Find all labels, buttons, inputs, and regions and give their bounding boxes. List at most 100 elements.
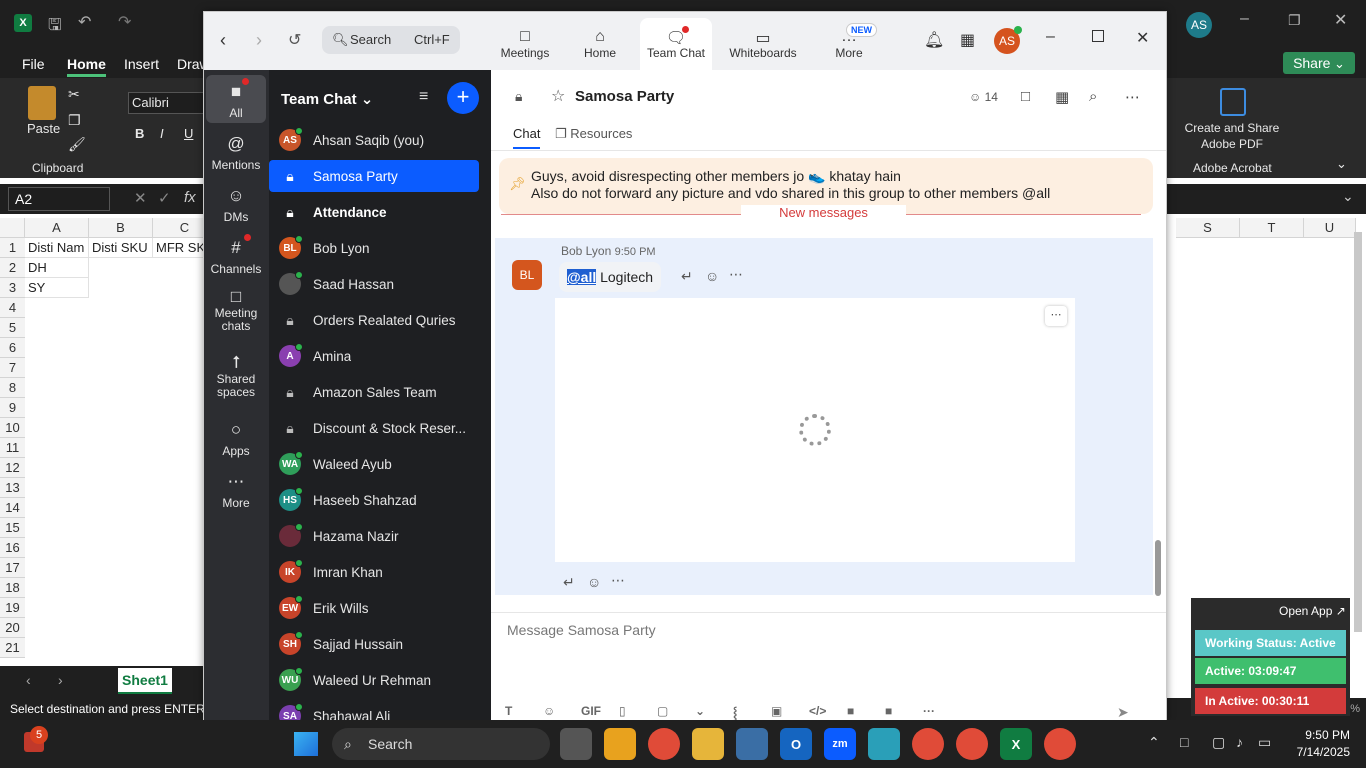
- bold-button[interactable]: B: [135, 126, 144, 141]
- message-composer-input[interactable]: Message Samosa Party: [507, 622, 656, 638]
- tab-home[interactable]: ⌂ Home: [566, 18, 634, 70]
- tab-file[interactable]: File: [22, 56, 45, 72]
- row-header[interactable]: 5: [0, 318, 25, 338]
- calendar-icon[interactable]: ▦: [960, 30, 975, 50]
- cell-a3[interactable]: SY: [25, 278, 89, 298]
- dropdown-icon[interactable]: ⌄: [695, 704, 705, 718]
- save-icon[interactable]: 🖫: [48, 14, 62, 41]
- network-icon[interactable]: □: [1180, 734, 1188, 750]
- tab-home[interactable]: Home: [67, 56, 106, 77]
- volume-icon[interactable]: ♪: [1236, 734, 1243, 750]
- format-text-icon[interactable]: T: [505, 704, 512, 718]
- chat-list-item[interactable]: WU Waleed Ur Rehman: [279, 664, 479, 696]
- row-header[interactable]: 12: [0, 458, 25, 478]
- paste-icon[interactable]: [28, 86, 56, 120]
- vertical-scrollbar[interactable]: [1354, 232, 1362, 632]
- confirm-formula-icon[interactable]: ✓: [158, 189, 171, 207]
- chrome-profile-3-icon[interactable]: [1044, 728, 1076, 760]
- star-icon[interactable]: ☆: [551, 86, 565, 106]
- tray-chevron-icon[interactable]: ⌃: [1148, 734, 1160, 751]
- chat-list-item[interactable]: SH Sajjad Hussain: [279, 628, 479, 660]
- name-box[interactable]: A2: [8, 187, 110, 211]
- clock-time[interactable]: 9:50 PM: [1290, 728, 1350, 742]
- zoom-app-icon[interactable]: zm: [824, 728, 856, 760]
- tab-resources[interactable]: ❐ Resources: [555, 126, 632, 142]
- more-options-icon[interactable]: ⋯: [1125, 88, 1140, 106]
- gif-icon[interactable]: GIF: [581, 704, 601, 718]
- excel-restore-icon[interactable]: ❐: [1288, 12, 1301, 29]
- chat-list-item[interactable]: SA Shahawal Ali: [279, 700, 479, 721]
- whiteboard-icon[interactable]: ■: [885, 704, 892, 718]
- column-header[interactable]: A: [25, 218, 89, 238]
- rail-meeting-chats[interactable]: □ Meeting chats: [206, 288, 266, 333]
- thread-emoji-icon[interactable]: ☺: [587, 574, 601, 590]
- chat-list-item[interactable]: IK Imran Khan: [279, 556, 479, 588]
- create-share-pdf-button[interactable]: Create and Share Adobe PDF: [1180, 120, 1284, 152]
- maximize-icon[interactable]: [1092, 30, 1104, 42]
- chat-list-item[interactable]: HS Haseeb Shahzad: [279, 484, 479, 516]
- video-call-icon[interactable]: □: [1021, 88, 1030, 105]
- rail-more[interactable]: ⋯ More: [206, 472, 266, 510]
- row-header[interactable]: 19: [0, 598, 25, 618]
- excel-user-avatar[interactable]: AS: [1186, 12, 1212, 38]
- cut-icon[interactable]: ✂: [68, 86, 80, 103]
- row-header[interactable]: 15: [0, 518, 25, 538]
- excel-taskbar-icon[interactable]: X: [1000, 728, 1032, 760]
- clock-date[interactable]: 7/14/2025: [1284, 745, 1350, 759]
- cell-b1[interactable]: Disti SKU: [89, 238, 153, 258]
- chrome-profile-2-icon[interactable]: [956, 728, 988, 760]
- close-icon[interactable]: ✕: [1136, 28, 1149, 48]
- outlook-icon[interactable]: O: [780, 728, 812, 760]
- chat-list-item[interactable]: Saad Hassan: [279, 268, 479, 300]
- more-tools-icon[interactable]: ···: [923, 704, 935, 718]
- back-icon[interactable]: ‹: [220, 30, 226, 51]
- audio-icon[interactable]: ⸾: [733, 704, 737, 721]
- emoji-icon[interactable]: ☺: [543, 704, 555, 718]
- rail-apps[interactable]: ○ Apps: [206, 420, 266, 458]
- adobe-pdf-icon[interactable]: [1220, 88, 1246, 116]
- rail-channels[interactable]: # Channels: [206, 238, 266, 276]
- code-snippet-icon[interactable]: </>: [809, 704, 826, 718]
- chat-list-item[interactable]: Hazama Nazir: [279, 520, 479, 552]
- chrome-icon[interactable]: [648, 728, 680, 760]
- sender-avatar[interactable]: BL: [512, 260, 542, 290]
- attachment-more-icon[interactable]: ⋯: [1045, 306, 1067, 326]
- message-bubble[interactable]: @all Logitech: [559, 262, 662, 292]
- undo-icon[interactable]: ↶: [78, 12, 91, 32]
- bell-icon[interactable]: 🔔︎: [924, 30, 944, 50]
- history-icon[interactable]: ↺: [288, 30, 301, 50]
- row-header[interactable]: 13: [0, 478, 25, 498]
- row-header[interactable]: 10: [0, 418, 25, 438]
- chat-list-item[interactable]: 🔒︎ Amazon Sales Team: [279, 376, 479, 408]
- search-input[interactable]: 🔍︎ Search Ctrl+F: [322, 26, 460, 54]
- row-header[interactable]: 3: [0, 278, 25, 298]
- column-header[interactable]: B: [89, 218, 153, 238]
- rail-dms[interactable]: ☺ DMs: [206, 186, 266, 224]
- tab-more[interactable]: … NEW More: [822, 18, 877, 70]
- chat-list-item[interactable]: 🔒︎ Discount & Stock Reser...: [279, 412, 479, 444]
- display-icon[interactable]: ▢: [1212, 734, 1225, 751]
- task-view-icon[interactable]: [560, 728, 592, 760]
- channel-title[interactable]: Samosa Party: [575, 88, 674, 105]
- tab-chat[interactable]: Chat: [513, 126, 541, 149]
- battery-icon[interactable]: ▭: [1258, 734, 1271, 751]
- chat-list-item[interactable]: BL Bob Lyon: [279, 232, 479, 264]
- chat-list-item[interactable]: 🔒︎ Orders Realated Quries: [279, 304, 479, 336]
- message-more-icon[interactable]: ⋯: [729, 266, 743, 283]
- calendar-icon[interactable]: ▦: [1055, 88, 1069, 106]
- thread-reply-icon[interactable]: ↵: [563, 574, 575, 591]
- cancel-formula-icon[interactable]: ✕: [134, 189, 147, 207]
- row-header[interactable]: 7: [0, 358, 25, 378]
- chat-list-item[interactable]: EW Erik Wills: [279, 592, 479, 624]
- reply-icon[interactable]: ↵: [681, 268, 693, 285]
- calculator-icon[interactable]: [736, 728, 768, 760]
- open-app-link[interactable]: Open App ↗: [1279, 604, 1346, 618]
- ribbon-collapse-icon[interactable]: ⌄: [1336, 156, 1347, 172]
- copy-icon[interactable]: ❐: [68, 112, 81, 129]
- tab-team-chat[interactable]: 🗨︎ Team Chat: [640, 18, 712, 70]
- excel-close-icon[interactable]: ✕: [1334, 10, 1347, 30]
- taskbar-search[interactable]: ⌕ Search: [332, 728, 550, 760]
- column-header[interactable]: U: [1304, 218, 1356, 238]
- rail-shared-spaces[interactable]: ⭡ Shared spaces: [206, 354, 266, 399]
- forward-icon[interactable]: ›: [256, 30, 262, 51]
